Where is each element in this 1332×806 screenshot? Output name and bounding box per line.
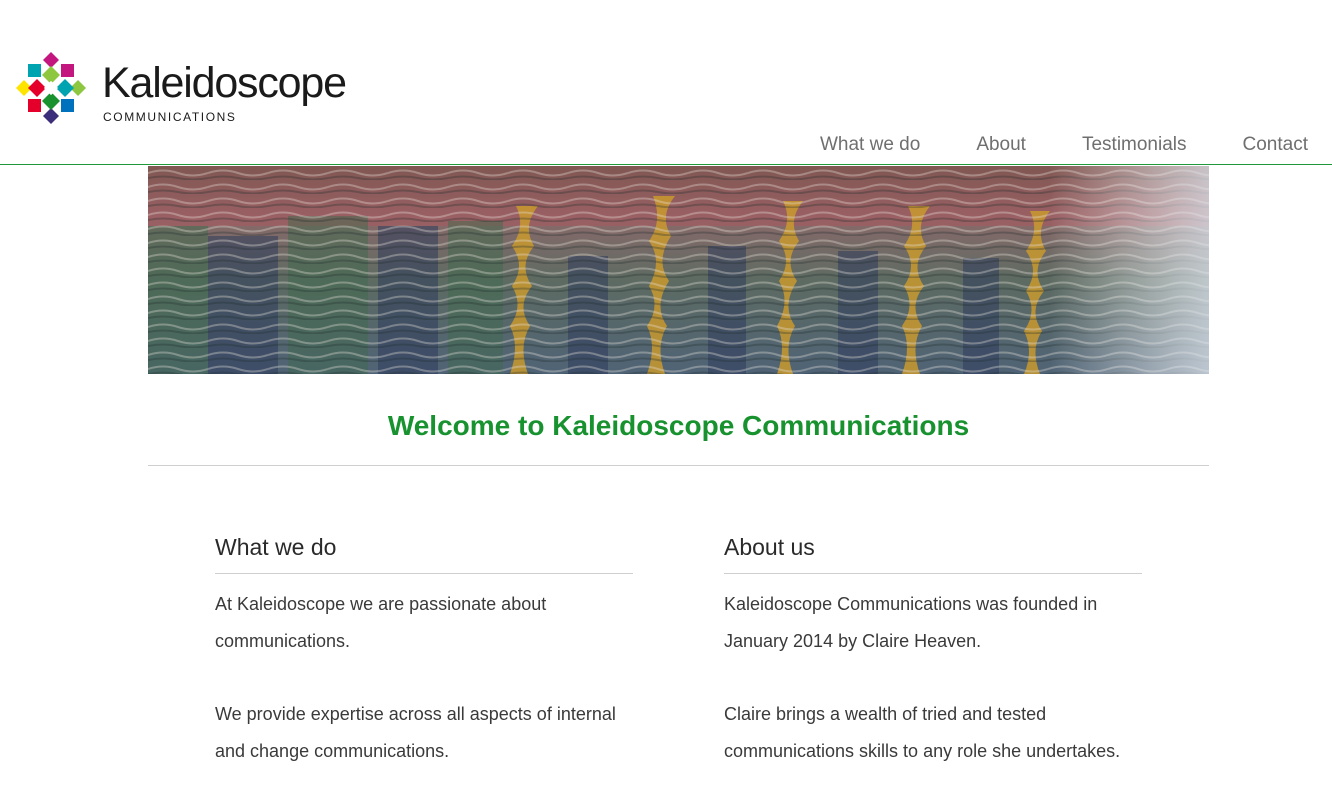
section-divider bbox=[148, 465, 1209, 466]
about-us-heading: About us bbox=[724, 530, 1142, 574]
water-reflection-photo bbox=[148, 166, 1209, 374]
nav-item-what-we-do[interactable]: What we do bbox=[820, 133, 920, 159]
kaleidoscope-logo-icon bbox=[16, 52, 86, 124]
brand-tagline: COMMUNICATIONS bbox=[103, 110, 237, 124]
nav-item-about[interactable]: About bbox=[976, 133, 1026, 159]
brand-name: Kaleidoscope bbox=[102, 59, 347, 107]
main-nav: What we do About Testimonials Contact bbox=[820, 133, 1308, 159]
site-header: Kaleidoscope COMMUNICATIONS What we do A… bbox=[0, 0, 1332, 165]
welcome-heading: Welcome to Kaleidoscope Communications bbox=[387, 410, 970, 441]
what-we-do-paragraph: At Kaleidoscope we are passionate about … bbox=[215, 594, 547, 651]
what-we-do-section: What we do At Kaleidoscope we are passio… bbox=[215, 530, 633, 806]
what-we-do-heading: What we do bbox=[215, 530, 633, 574]
what-we-do-paragraph: We provide expertise across all aspects … bbox=[215, 704, 616, 761]
site-logo[interactable]: Kaleidoscope COMMUNICATIONS bbox=[14, 52, 347, 128]
about-us-paragraph: Claire brings a wealth of tried and test… bbox=[724, 704, 1121, 761]
nav-item-testimonials[interactable]: Testimonials bbox=[1082, 133, 1187, 159]
hero-image bbox=[148, 166, 1209, 374]
about-us-section: About us Kaleidoscope Communications was… bbox=[724, 530, 1142, 806]
about-us-paragraph: Kaleidoscope Communications was founded … bbox=[724, 594, 1098, 651]
nav-item-contact[interactable]: Contact bbox=[1243, 133, 1308, 159]
